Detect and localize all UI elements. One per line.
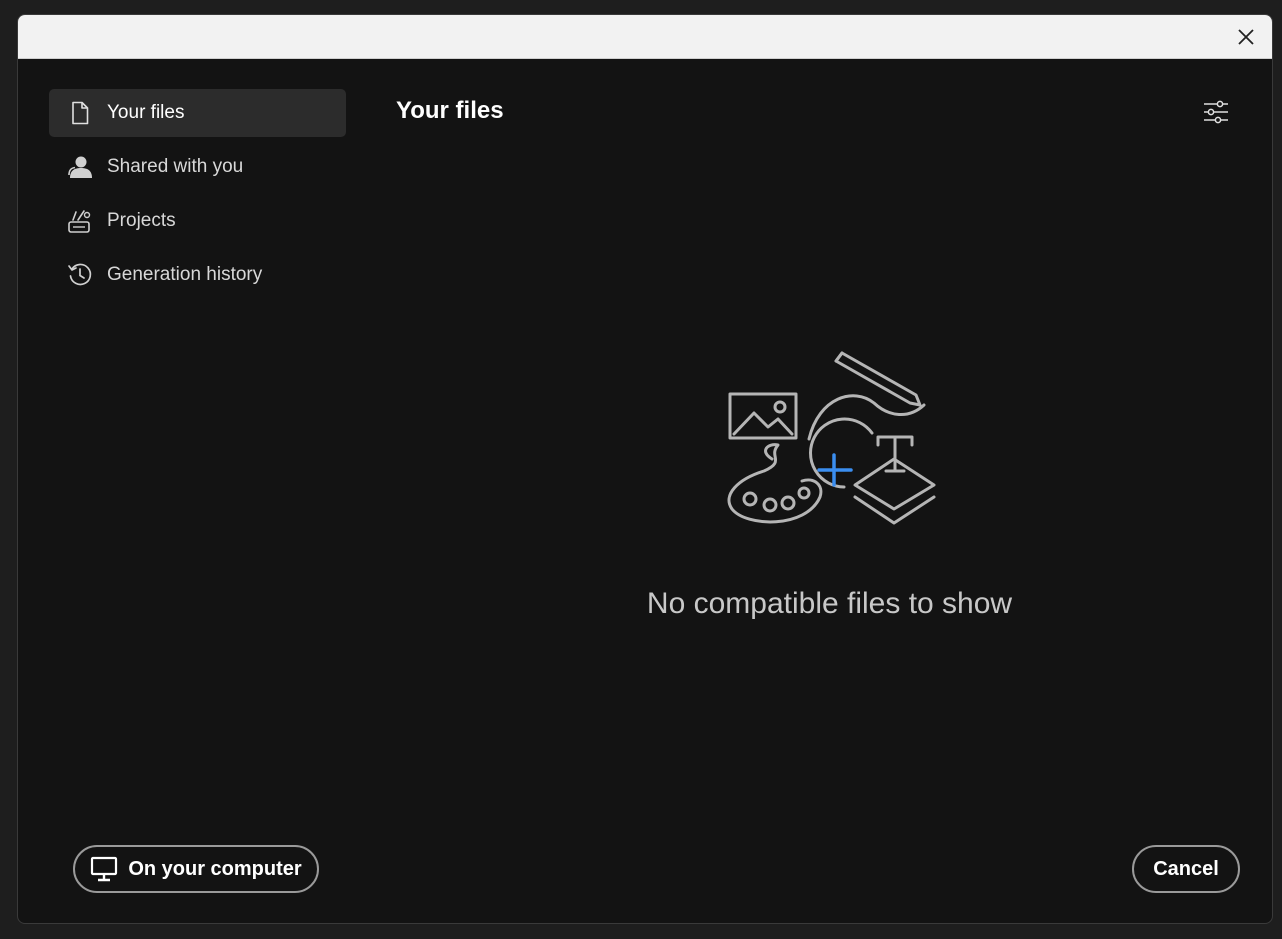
filter-sliders-icon <box>1204 100 1228 124</box>
close-button[interactable] <box>1234 25 1258 49</box>
title-bar <box>18 15 1272 59</box>
close-icon <box>1238 29 1254 45</box>
sidebar-item-label: Generation history <box>107 264 263 285</box>
empty-state-message: No compatible files to show <box>646 587 1013 620</box>
sidebar-item-projects[interactable]: Projects <box>49 197 346 245</box>
history-icon <box>67 262 93 288</box>
sidebar: Your files Shared with you Projects Gene… <box>49 89 346 305</box>
document-icon <box>67 100 93 126</box>
on-your-computer-label: On your computer <box>128 857 302 880</box>
sidebar-item-shared-with-you[interactable]: Shared with you <box>49 143 346 191</box>
file-picker-panel: Your files Shared with you Projects Gene… <box>24 63 1267 917</box>
monitor-icon <box>90 856 118 882</box>
create-content-illustration <box>724 347 944 527</box>
sidebar-item-label: Your files <box>107 102 185 123</box>
on-your-computer-button[interactable]: On your computer <box>73 845 319 893</box>
projects-icon <box>67 208 93 234</box>
dialog-window: Your files Shared with you Projects Gene… <box>17 14 1273 924</box>
filter-button[interactable] <box>1201 97 1231 127</box>
sidebar-item-label: Projects <box>107 210 176 231</box>
cancel-label: Cancel <box>1153 857 1219 880</box>
page-title: Your files <box>396 97 504 124</box>
user-icon <box>67 154 93 180</box>
sidebar-item-label: Shared with you <box>107 156 244 177</box>
cancel-button[interactable]: Cancel <box>1132 845 1240 893</box>
sidebar-item-your-files[interactable]: Your files <box>49 89 346 137</box>
sidebar-item-generation-history[interactable]: Generation history <box>49 251 346 299</box>
